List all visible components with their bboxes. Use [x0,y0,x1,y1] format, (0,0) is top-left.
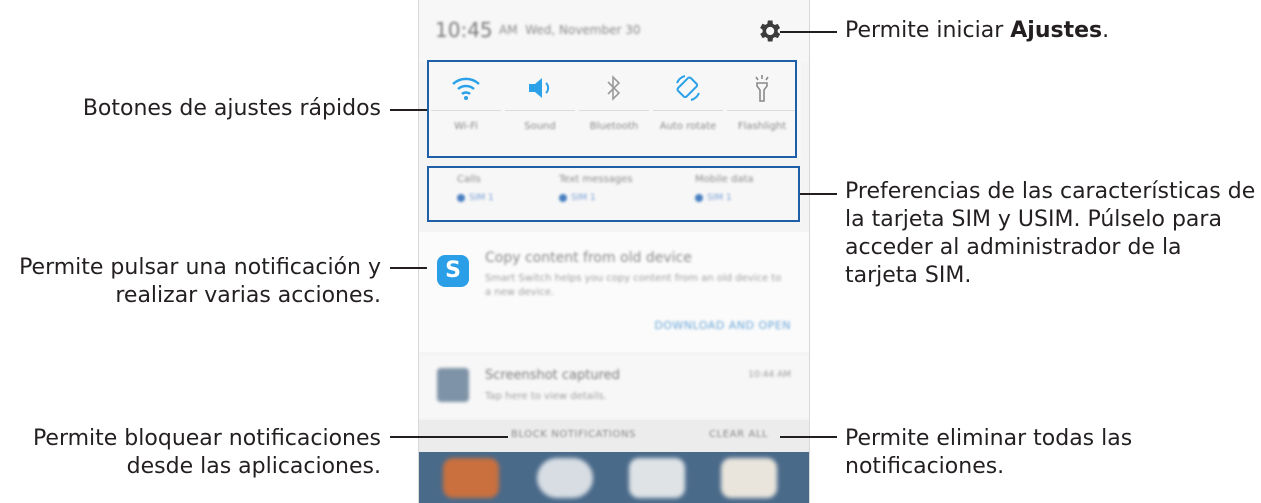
callout-block-notifications: Permite bloquear notificaciones desde la… [32,426,381,479]
leader-line-sim [800,193,837,195]
clear-all-button[interactable]: CLEAR ALL [709,429,768,440]
leader-line-block [390,436,508,438]
callout-sim-prefs: Preferencias de las características de l… [845,179,1256,288]
app-icon-email[interactable] [443,458,499,498]
notification-copy-content[interactable]: S Copy content from old device Smart Swi… [419,232,809,352]
app-icon-google[interactable] [721,458,777,498]
notification-body: Smart Switch helps you copy content from… [485,273,782,298]
status-bar: 10:45 AM Wed, November 30 [419,0,809,62]
highlight-quick-settings [427,60,797,158]
home-screen-dock [419,452,809,503]
callout-clear-all: Permite eliminar todas las notificacione… [845,426,1133,479]
leader-line-notification [390,267,427,269]
leader-line-clear [780,436,837,438]
download-and-open-button[interactable]: DOWNLOAD AND OPEN [654,319,791,332]
callout-quick-buttons: Botones de ajustes rápidos [82,96,381,121]
app-icon-camera[interactable] [537,458,593,498]
screenshot-icon [437,368,469,402]
callout-tap-notification: Permite pulsar una notificación y realiz… [19,255,381,308]
notification-screenshot[interactable]: Screenshot captured 10:44 AM Tap here to… [419,356,809,418]
date: AM Wed, November 30 [499,23,641,37]
notification-title: Copy content from old device [485,250,692,266]
highlight-sim-prefs [427,166,800,222]
app-icon-play-store[interactable] [629,458,685,498]
callout-settings: Permite iniciar Ajustes. [845,18,1110,43]
clock: 10:45 [435,18,493,42]
smart-switch-icon: S [437,255,469,287]
block-notifications-button[interactable]: BLOCK NOTIFICATIONS [511,429,636,440]
notification-body: Tap here to view details. [485,391,607,402]
notification-time: 10:44 AM [748,370,791,380]
leader-line-settings [780,31,837,33]
leader-line-quick [390,109,427,111]
gear-icon[interactable] [755,17,783,45]
notification-title: Screenshot captured [485,368,620,383]
